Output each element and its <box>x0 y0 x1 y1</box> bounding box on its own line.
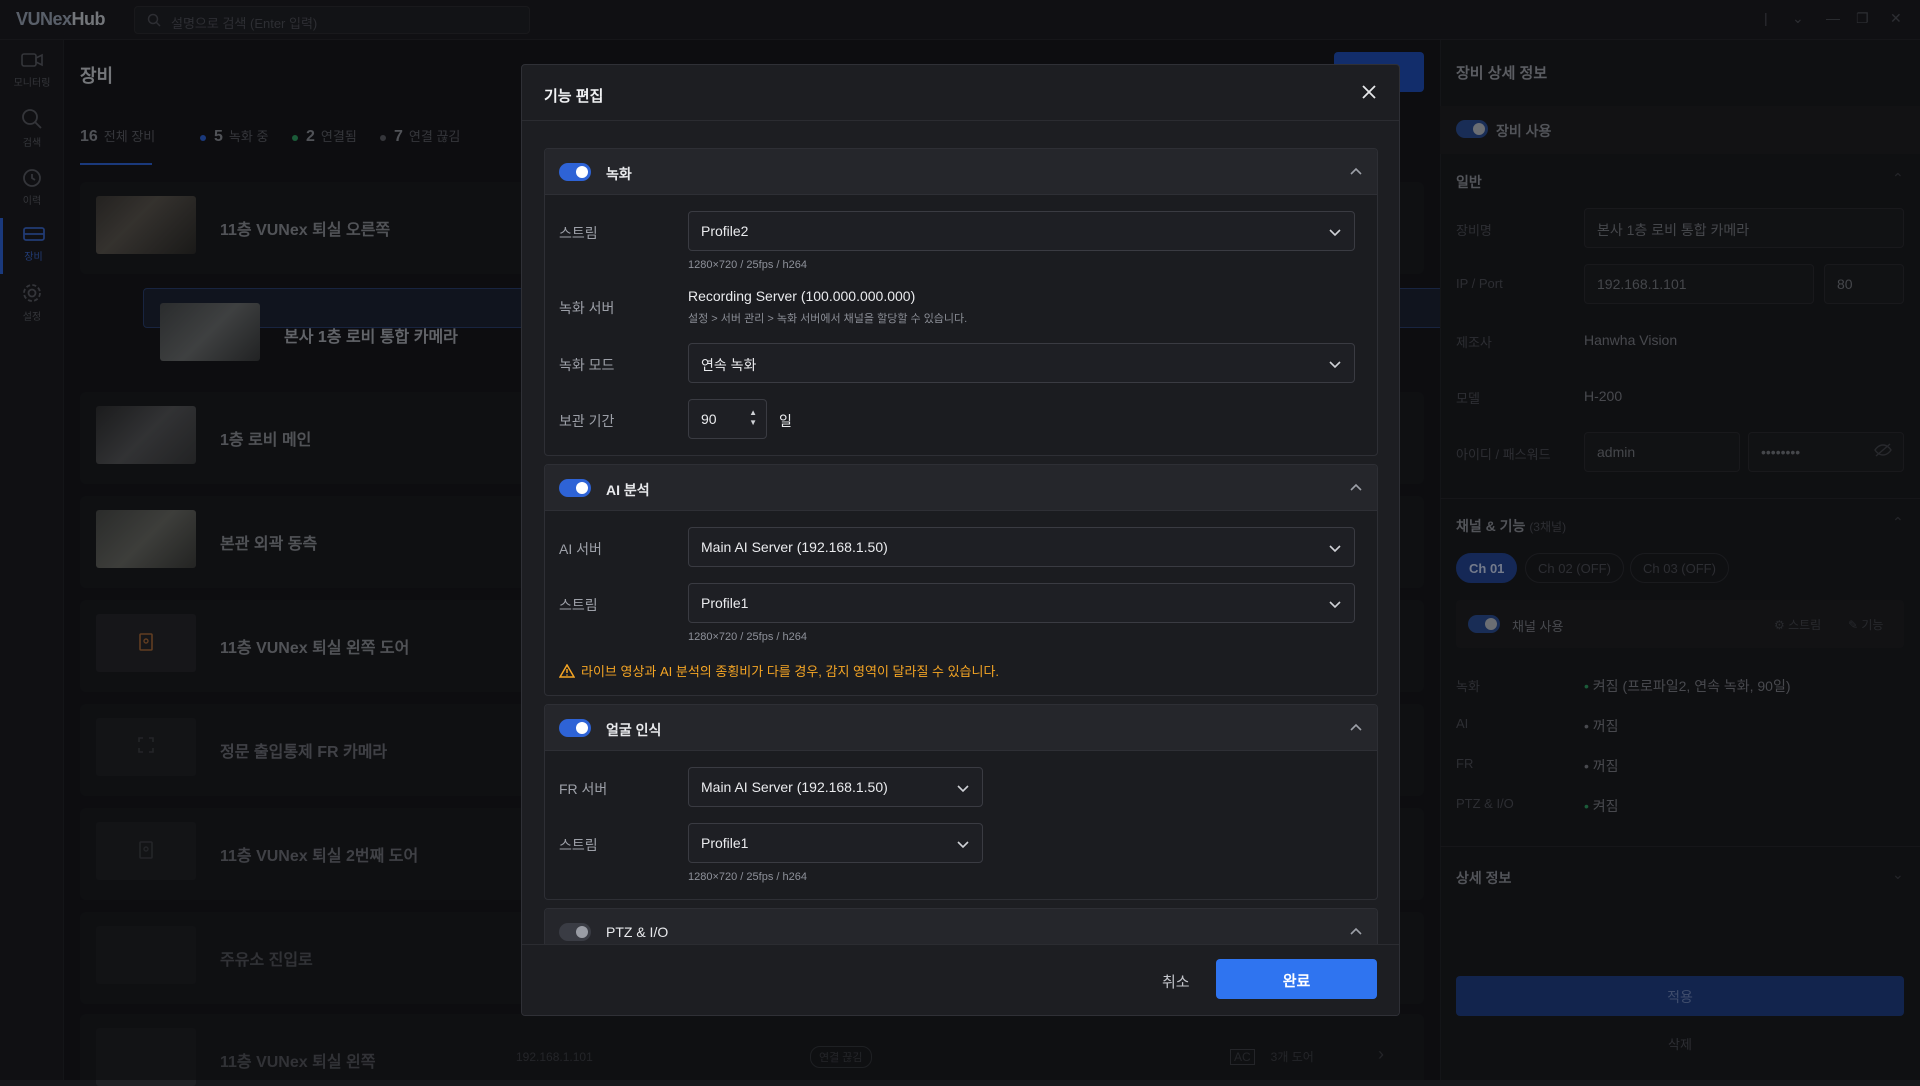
chevron-down-icon <box>1329 601 1341 609</box>
recording-card-header[interactable]: 녹화 <box>545 149 1377 195</box>
retention-unit: 일 <box>779 413 792 429</box>
chevron-down-icon <box>1329 229 1341 237</box>
recording-server-value: Recording Server (100.000.000.000) <box>688 288 916 304</box>
face-recognition-card: 얼굴 인식 FR 서버 Main AI Server (192.168.1.50… <box>544 704 1378 900</box>
face-card-header[interactable]: 얼굴 인식 <box>545 705 1377 751</box>
field-label: 녹화 서버 <box>559 300 615 316</box>
stepper-arrows-icon[interactable]: ▲ ▼ <box>749 408 757 428</box>
retention-stepper[interactable]: 90 ▲ ▼ <box>688 399 767 439</box>
ptz-card-header[interactable]: PTZ & I/O <box>545 909 1377 944</box>
chevron-up-icon[interactable] <box>1349 165 1363 179</box>
ai-stream-select[interactable]: Profile1 <box>688 583 1355 623</box>
cancel-button[interactable]: 취소 <box>1162 971 1190 992</box>
ai-toggle[interactable] <box>559 479 591 497</box>
field-label: 스트림 <box>559 225 598 241</box>
face-recognition-toggle[interactable] <box>559 719 591 737</box>
ptz-toggle[interactable] <box>559 923 591 941</box>
card-title: PTZ & I/O <box>606 924 669 940</box>
chevron-down-icon <box>1329 361 1341 369</box>
field-label: 스트림 <box>559 597 598 613</box>
card-title: AI 분석 <box>606 482 650 498</box>
ai-card-header[interactable]: AI 분석 <box>545 465 1377 511</box>
fr-server-select[interactable]: Main AI Server (192.168.1.50) <box>688 767 983 807</box>
stream-hint: 1280×720 / 25fps / h264 <box>688 871 807 883</box>
field-label: 녹화 모드 <box>559 357 615 373</box>
field-label: 스트림 <box>559 837 598 853</box>
dialog-footer: 취소 완료 <box>522 944 1399 1015</box>
recording-mode-select[interactable]: 연속 녹화 <box>688 343 1355 383</box>
server-hint: 설정 > 서버 관리 > 녹화 서버에서 채널을 할당할 수 있습니다. <box>688 313 968 325</box>
chevron-down-icon <box>1329 545 1341 553</box>
warning-icon <box>558 663 576 678</box>
card-title: 녹화 <box>606 166 632 182</box>
ai-server-select[interactable]: Main AI Server (192.168.1.50) <box>688 527 1355 567</box>
ai-card: AI 분석 AI 서버 Main AI Server (192.168.1.50… <box>544 464 1378 696</box>
done-button[interactable]: 완료 <box>1216 959 1377 999</box>
edit-functions-dialog: 기능 편집 녹화 스트림 Profile2 1280×720 / 25fps /… <box>521 64 1400 1016</box>
recording-stream-select[interactable]: Profile2 <box>688 211 1355 251</box>
chevron-up-icon[interactable] <box>1349 925 1363 939</box>
card-title: 얼굴 인식 <box>606 722 662 738</box>
chevron-down-icon <box>957 841 969 849</box>
recording-card: 녹화 스트림 Profile2 1280×720 / 25fps / h264 … <box>544 148 1378 456</box>
field-label: 보관 기간 <box>559 413 615 429</box>
chevron-up-icon[interactable] <box>1349 721 1363 735</box>
stream-hint: 1280×720 / 25fps / h264 <box>688 259 807 271</box>
fr-stream-select[interactable]: Profile1 <box>688 823 983 863</box>
chevron-up-icon[interactable] <box>1349 481 1363 495</box>
dialog-title: 기능 편집 <box>544 88 604 105</box>
dialog-header: 기능 편집 <box>522 65 1399 121</box>
field-label: AI 서버 <box>559 541 602 557</box>
aspect-warning: 라이브 영상과 AI 분석의 종횡비가 다를 경우, 감지 영역이 달라질 수 … <box>558 661 999 680</box>
ptz-card: PTZ & I/O <box>544 908 1378 944</box>
recording-toggle[interactable] <box>559 163 591 181</box>
chevron-down-icon <box>957 785 969 793</box>
stream-hint: 1280×720 / 25fps / h264 <box>688 631 807 643</box>
close-icon[interactable] <box>1360 83 1378 104</box>
field-label: FR 서버 <box>559 781 608 797</box>
dialog-body: 녹화 스트림 Profile2 1280×720 / 25fps / h264 … <box>522 122 1399 944</box>
